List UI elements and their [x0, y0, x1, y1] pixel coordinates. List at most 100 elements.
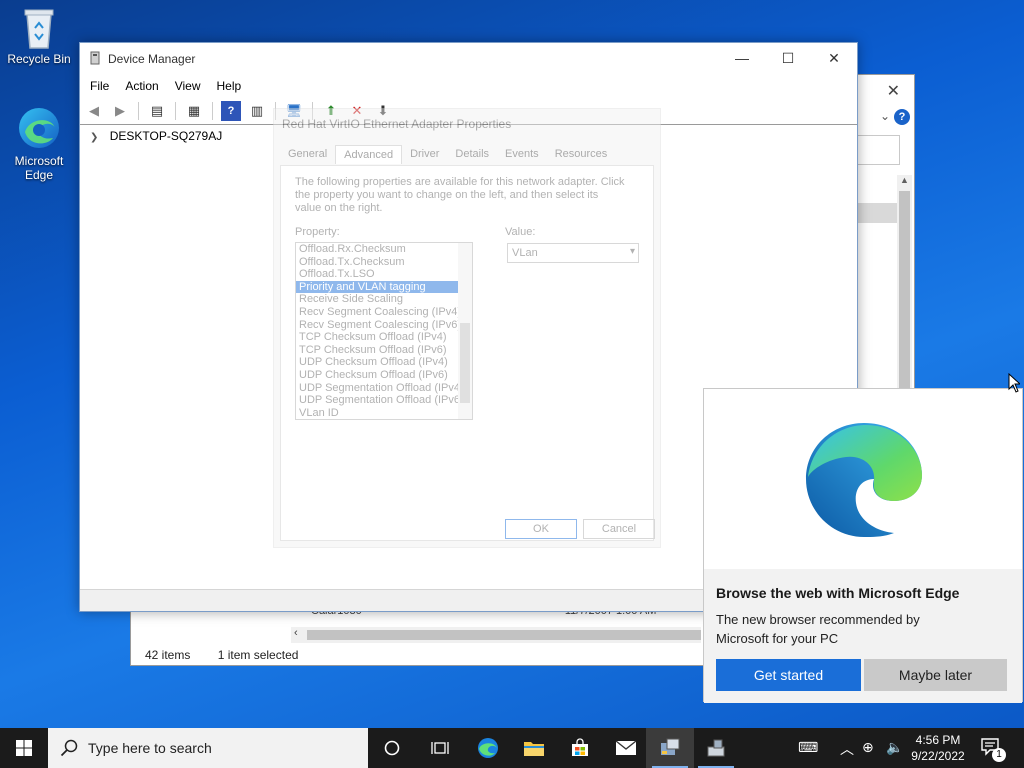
explorer-horizontal-scrollbar[interactable]: ‹ [291, 627, 701, 643]
scroll-up-icon[interactable]: ▲ [900, 175, 909, 185]
taskbar-device-manager[interactable] [692, 728, 740, 768]
property-list-item[interactable]: Recv Segment Coalescing (IPv6) [296, 319, 472, 332]
action-center-button[interactable]: 1 [980, 736, 1006, 762]
tab-driver[interactable]: Driver [402, 145, 447, 164]
taskbar-file-explorer[interactable] [510, 728, 558, 768]
value-selected: VLan [512, 247, 538, 259]
window-title: Device Manager [108, 52, 196, 66]
help-icon[interactable]: ? [221, 100, 241, 121]
minimize-button[interactable]: — [719, 43, 765, 73]
value-label: Value: [505, 226, 536, 238]
chevron-right-icon[interactable]: ❯ [90, 132, 98, 143]
menu-bar: File Action View Help [80, 75, 857, 97]
show-hide-console-tree-icon[interactable]: ▤ [147, 101, 167, 121]
menu-help[interactable]: Help [217, 79, 242, 93]
tab-details[interactable]: Details [447, 145, 497, 164]
property-list-item[interactable]: UDP Segmentation Offload (IPv4) [296, 382, 472, 395]
property-list-scrollbar[interactable] [458, 243, 472, 419]
chevron-down-icon[interactable]: ⌄ [880, 109, 890, 123]
start-button[interactable] [0, 728, 48, 768]
scroll-thumb[interactable] [899, 191, 910, 391]
scroll-thumb[interactable] [460, 323, 470, 403]
property-list-item[interactable]: TCP Checksum Offload (IPv6) [296, 344, 472, 357]
property-list-item[interactable]: UDP Segmentation Offload (IPv6) [296, 394, 472, 407]
property-list-item[interactable]: Priority and VLAN tagging [296, 280, 472, 294]
recycle-bin-icon [24, 9, 54, 49]
notification-badge: 1 [992, 748, 1006, 762]
back-arrow-icon[interactable]: ◀ [84, 101, 104, 121]
forward-arrow-icon[interactable]: ▶ [110, 101, 130, 121]
dialog-description: The following properties are available f… [295, 176, 625, 214]
property-list-item[interactable]: Receive Side Scaling [296, 293, 472, 306]
property-list-item[interactable]: Recv Segment Coalescing (IPv4) [296, 306, 472, 319]
taskbar-store[interactable] [556, 728, 604, 768]
property-list-item[interactable]: UDP Checksum Offload (IPv4) [296, 356, 472, 369]
explorer-status-bar: 42 items 1 item selected [145, 648, 322, 662]
edge-icon [478, 738, 498, 758]
taskbar-mail[interactable] [602, 728, 650, 768]
desktop-icon-label: Microsoft Edge [14, 154, 64, 182]
get-started-button[interactable]: Get started [716, 659, 861, 691]
action-pane-icon[interactable]: ▥ [247, 101, 267, 121]
properties-icon[interactable]: ▦ [184, 101, 204, 121]
tray-keyboard-icon[interactable]: ⌨ [798, 739, 818, 756]
clock-date: 9/22/2022 [911, 749, 965, 763]
tab-general[interactable]: General [280, 145, 335, 164]
tree-root-computer[interactable]: DESKTOP-SQ279AJ [110, 129, 223, 143]
value-select[interactable]: VLan ▾ [507, 243, 639, 263]
property-list-item[interactable]: UDP Checksum Offload (IPv6) [296, 369, 472, 382]
dialog-title: Red Hat VirtIO Ethernet Adapter Properti… [282, 117, 512, 131]
property-list-item[interactable]: Offload.Tx.LSO [296, 268, 472, 281]
edge-promo-notification: Browse the web with Microsoft Edge The n… [703, 388, 1023, 703]
selected-row[interactable] [857, 203, 897, 223]
toolbar-divider [138, 101, 139, 120]
taskbar-search-box[interactable]: Type here to search [48, 728, 368, 768]
tab-resources[interactable]: Resources [547, 145, 616, 164]
ok-button[interactable]: OK [505, 519, 577, 539]
tray-volume-icon[interactable]: 🔈 [886, 739, 903, 756]
title-bar[interactable]: Device Manager — ☐ ✕ [80, 43, 857, 75]
help-icon[interactable]: ? [894, 109, 910, 125]
property-list-item[interactable]: Offload.Rx.Checksum [296, 243, 472, 256]
cancel-button[interactable]: Cancel [583, 519, 655, 539]
property-list-item[interactable]: VLan ID [296, 407, 472, 419]
tab-advanced[interactable]: Advanced [335, 145, 403, 164]
maybe-later-button[interactable]: Maybe later [864, 659, 1007, 691]
tray-chevron-up-icon[interactable]: ︿ [840, 739, 854, 759]
advanced-panel: The following properties are available f… [280, 165, 655, 541]
edge-icon [19, 108, 59, 148]
property-list-item[interactable]: TCP Checksum Offload (IPv4) [296, 331, 472, 344]
device-manager-icon [707, 739, 725, 757]
close-button[interactable]: ✕ [811, 43, 857, 73]
desktop-icon-label: Recycle Bin [7, 52, 71, 66]
taskbar-edge[interactable] [464, 728, 512, 768]
scroll-thumb[interactable] [307, 630, 701, 640]
tab-events[interactable]: Events [497, 145, 547, 164]
property-list-item[interactable]: Offload.Tx.Checksum [296, 256, 472, 269]
taskbar-control-panel[interactable] [646, 728, 694, 768]
menu-file[interactable]: File [90, 79, 109, 93]
adapter-properties-dialog: Red Hat VirtIO Ethernet Adapter Properti… [273, 108, 661, 548]
property-label: Property: [295, 226, 340, 238]
mail-icon [615, 740, 637, 755]
chevron-down-icon: ▾ [629, 246, 635, 257]
taskbar: Type here to search ⌨ ︿ ⊕ 🔈 4:56 PM 9/22… [0, 728, 1024, 768]
menu-view[interactable]: View [175, 79, 201, 93]
toolbar-divider [175, 101, 176, 120]
tray-network-icon[interactable]: ⊕ [862, 739, 874, 756]
clock-time: 4:56 PM [915, 733, 961, 747]
menu-action[interactable]: Action [125, 79, 158, 93]
items-count: 42 items [145, 648, 191, 662]
task-view-button[interactable] [416, 728, 464, 768]
cortana-button[interactable] [368, 728, 416, 768]
scroll-left-icon[interactable]: ‹ [294, 627, 298, 639]
explorer-close-icon[interactable]: ✕ [887, 81, 900, 101]
property-list[interactable]: Offload.Rx.Checksum Offload.Tx.Checksum Of… [295, 242, 473, 420]
desktop-icon-edge[interactable]: Microsoft Edge [1, 104, 77, 182]
maximize-button[interactable]: ☐ [765, 43, 811, 73]
explorer-vertical-scrollbar[interactable]: ▲ [897, 175, 912, 395]
task-view-icon [431, 742, 449, 754]
desktop-icon-recycle-bin[interactable]: Recycle Bin [1, 6, 77, 66]
taskbar-clock[interactable]: 4:56 PM 9/22/2022 [905, 732, 971, 764]
folder-icon [524, 742, 544, 756]
